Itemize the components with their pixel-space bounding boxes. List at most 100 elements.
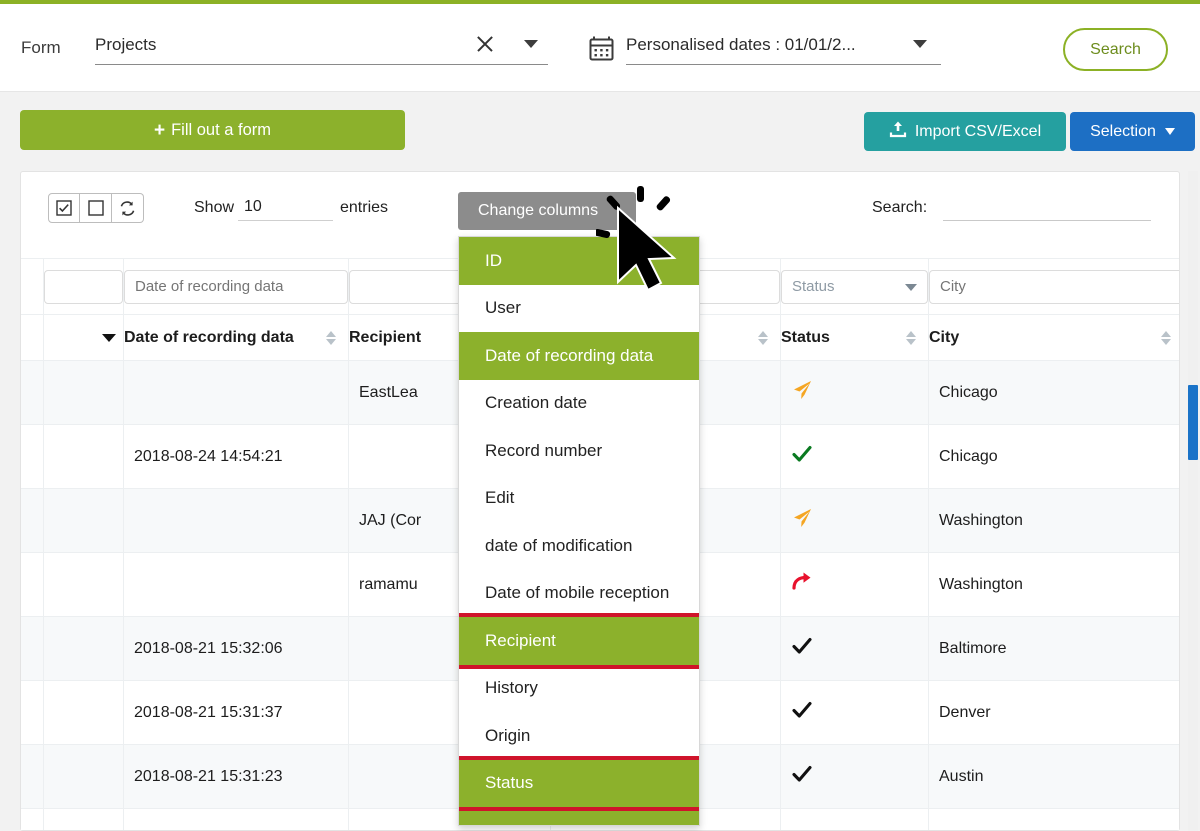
sort-toggle-icon[interactable] — [326, 330, 336, 346]
row-status-cell — [780, 360, 929, 425]
change-columns-item[interactable] — [459, 807, 699, 825]
chevron-down-icon[interactable] — [913, 40, 927, 48]
date-range-value: Personalised dates : 01/01/2... — [626, 35, 856, 54]
row-date-cell: 2018-08-24 14:54:21 — [123, 424, 349, 489]
row-id-cell — [43, 552, 124, 617]
page-background-strip — [0, 93, 8, 826]
form-label: Form — [21, 38, 61, 57]
row-city-cell: Washington — [928, 488, 1179, 553]
redo-arrow-icon — [791, 572, 813, 598]
row-date-cell — [123, 488, 349, 553]
row-status-cell — [780, 552, 929, 617]
change-columns-item-recipient[interactable]: Recipient — [459, 613, 699, 669]
row-city-cell — [928, 808, 1179, 830]
column-header-city[interactable]: City — [928, 314, 1179, 361]
sort-toggle-icon[interactable] — [1161, 330, 1171, 346]
change-columns-item-edit[interactable]: Edit — [459, 474, 699, 522]
row-date-cell — [123, 360, 349, 425]
change-columns-item-label: Recipient — [485, 630, 556, 650]
row-date-cell: 2018-08-21 15:31:23 — [123, 744, 349, 809]
plus-icon: + — [153, 119, 166, 141]
change-columns-item-date-of-modification[interactable]: date of modification — [459, 522, 699, 570]
column-header-label: Recipient — [349, 328, 422, 346]
caret-down-icon — [905, 283, 917, 291]
row-blank-cell — [21, 424, 44, 489]
row-status-cell — [780, 424, 929, 489]
chevron-down-icon[interactable] — [524, 40, 538, 48]
row-id-cell — [43, 744, 124, 809]
change-columns-item-label: Creation date — [485, 393, 588, 413]
search-button[interactable]: Search — [1063, 28, 1168, 71]
row-date-cell — [123, 552, 349, 617]
change-columns-item-label: ID — [485, 250, 502, 270]
change-columns-button[interactable]: Change columns — [458, 192, 636, 230]
table-search-input[interactable] — [943, 193, 1151, 221]
change-columns-item-label: Date of recording data — [485, 345, 654, 365]
column-header-label: City — [929, 328, 960, 346]
filter-cell-1 — [123, 258, 349, 315]
row-id-cell — [43, 424, 124, 489]
column-header-label: Date of recording data — [124, 328, 294, 346]
close-x-icon[interactable] — [474, 33, 496, 55]
table-control-group — [48, 193, 144, 223]
column-header-status[interactable]: Status — [780, 314, 929, 361]
date-range-select[interactable]: Personalised dates : 01/01/2... — [626, 31, 941, 65]
row-status-cell — [780, 744, 929, 809]
page-header: Form Projects Personalised dates : 01/01… — [0, 4, 1200, 92]
change-columns-item-history[interactable]: History — [459, 664, 699, 712]
column-header-label: Status — [781, 328, 830, 346]
change-columns-item-user[interactable]: User — [459, 284, 699, 332]
check-icon — [791, 445, 813, 470]
row-id-cell — [43, 360, 124, 425]
checkbox-empty-icon[interactable] — [80, 193, 112, 223]
row-city-cell: Chicago — [928, 424, 1179, 489]
caret-down-icon — [1164, 128, 1175, 135]
row-id-cell — [43, 680, 124, 745]
change-columns-item-date-of-mobile-reception[interactable]: Date of mobile reception — [459, 569, 699, 617]
import-csv-excel-label: Import CSV/Excel — [914, 122, 1042, 140]
vertical-scrollbar-thumb[interactable] — [1188, 385, 1198, 460]
paper-plane-icon — [791, 379, 813, 407]
row-city-cell: Baltimore — [928, 616, 1179, 681]
column-header-blank — [21, 314, 44, 361]
column-header-date-of-recording-data[interactable]: Date of recording data — [102, 314, 349, 361]
row-status-cell — [780, 680, 929, 745]
change-columns-item-date-of-recording-data[interactable]: Date of recording data — [459, 332, 699, 380]
entries-label: entries — [340, 199, 389, 216]
row-city-cell: Chicago — [928, 360, 1179, 425]
calendar-icon — [588, 35, 615, 62]
change-columns-item-id[interactable]: ID — [459, 237, 699, 285]
column-filter-input-date[interactable] — [124, 269, 348, 304]
row-blank-cell — [21, 488, 44, 553]
row-date-cell: 2018-08-21 15:31:37 — [123, 680, 349, 745]
import-csv-excel-button[interactable]: Import CSV/Excel — [864, 112, 1066, 151]
column-filter-input-0[interactable] — [44, 269, 123, 304]
change-columns-item-label: Record number — [485, 440, 603, 460]
row-date-cell: 2018-08-21 15:32:06 — [123, 616, 349, 681]
show-entries-input[interactable] — [238, 193, 333, 221]
check-icon — [791, 637, 813, 662]
refresh-icon[interactable] — [112, 193, 144, 223]
form-select[interactable]: Projects — [95, 31, 548, 65]
checkbox-checked-icon[interactable] — [48, 193, 80, 223]
change-columns-item-label: History — [485, 678, 538, 698]
fill-out-form-button[interactable]: + Fill out a form — [20, 110, 405, 150]
sort-toggle-icon[interactable] — [906, 330, 916, 346]
table-search-label: Search: — [872, 199, 928, 216]
row-blank-cell — [21, 680, 44, 745]
row-date-cell — [123, 808, 349, 830]
change-columns-item-label: date of modification — [485, 535, 633, 555]
row-status-cell — [780, 616, 929, 681]
column-filter-input-city[interactable] — [929, 269, 1179, 304]
paper-plane-icon — [791, 507, 813, 535]
vertical-scrollbar-track[interactable] — [1188, 171, 1198, 831]
change-columns-item-status[interactable]: Status — [459, 755, 699, 811]
row-city-cell: Austin — [928, 744, 1179, 809]
fill-out-form-label: Fill out a form — [171, 120, 272, 139]
column-filter-select-status[interactable]: Status — [781, 269, 928, 304]
sort-toggle-icon[interactable] — [758, 330, 768, 346]
change-columns-item-origin[interactable]: Origin — [459, 712, 699, 760]
change-columns-item-record-number[interactable]: Record number — [459, 427, 699, 475]
selection-dropdown-button[interactable]: Selection — [1070, 112, 1195, 151]
change-columns-item-creation-date[interactable]: Creation date — [459, 379, 699, 427]
